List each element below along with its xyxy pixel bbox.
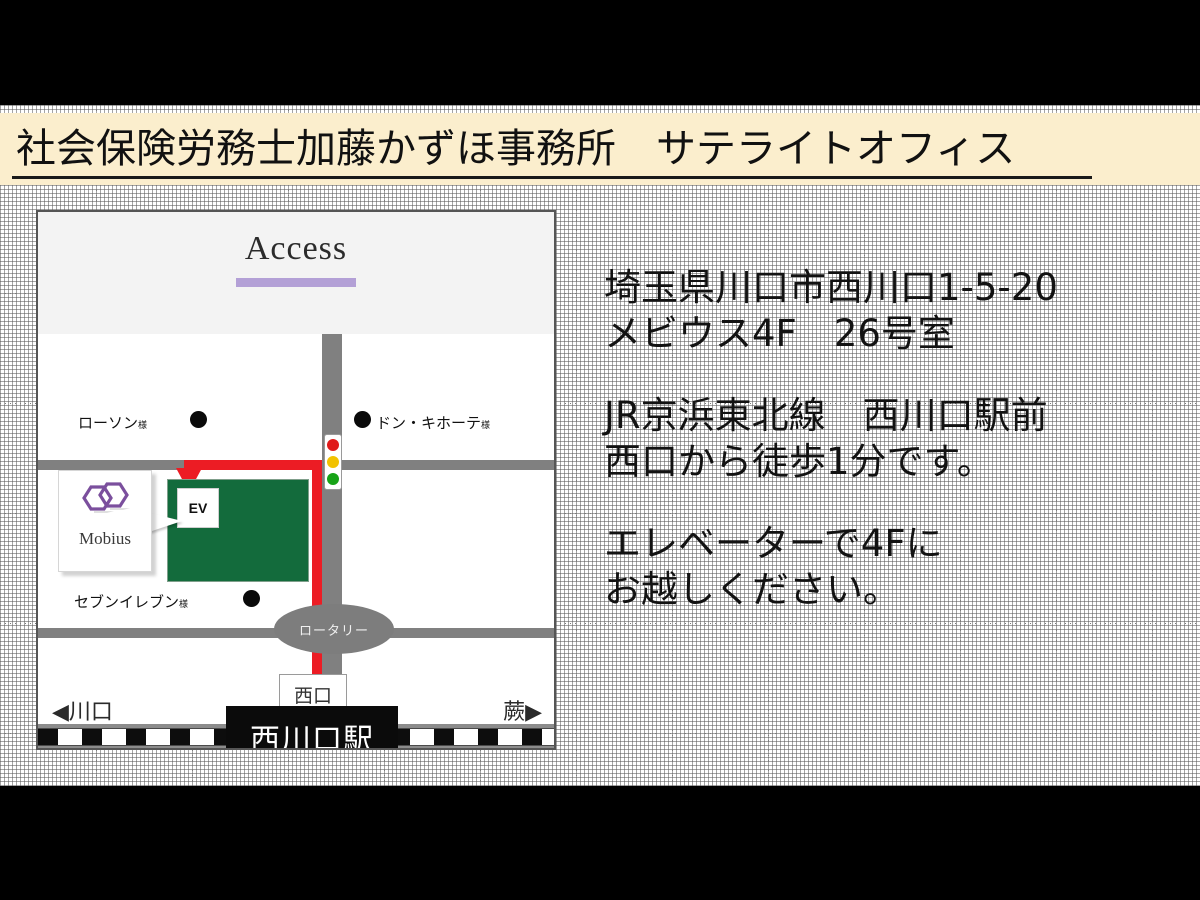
mobius-label: Mobius xyxy=(79,529,131,548)
letterbox-top xyxy=(0,0,1200,105)
rotary-label: ロータリー xyxy=(298,623,369,639)
station-label: 西川口駅 xyxy=(250,723,374,750)
access-block: JR京浜東北線 西川口駅前 西口から徒歩1分です。 xyxy=(604,393,1184,485)
page-title: 社会保険労務士加藤かずほ事務所 サテライトオフィス xyxy=(16,126,1016,172)
letterbox-bottom xyxy=(0,786,1200,900)
traffic-light-red xyxy=(327,439,339,452)
elevator-line-1: エレベーターで4Fに xyxy=(604,522,943,565)
address-line-2: メビウス4F 26号室 xyxy=(604,312,955,355)
traffic-light-icon xyxy=(324,434,342,490)
shop-marker-seveneleven xyxy=(243,590,260,607)
west-exit-label: 西口 xyxy=(293,684,332,707)
address-block: 埼玉県川口市西川口1-5-20 メビウス4F 26号室 xyxy=(604,265,1184,357)
access-line-1: JR京浜東北線 西川口駅前 xyxy=(604,394,1048,437)
access-heading: Access xyxy=(244,230,348,267)
traffic-light-yellow xyxy=(327,455,339,468)
direction-left-kawaguchi: ◀川口 xyxy=(52,700,113,725)
mobius-logo-icon xyxy=(82,482,130,513)
mobius-callout: Mobius xyxy=(58,470,152,572)
address-line-1: 埼玉県川口市西川口1-5-20 xyxy=(604,266,1058,309)
slide-stage: 社会保険労務士加藤かずほ事務所 サテライトオフィス Access ローソン様 ド… xyxy=(0,0,1200,900)
title-banner: 社会保険労務士加藤かずほ事務所 サテライトオフィス xyxy=(0,113,1200,185)
title-underline xyxy=(12,176,1092,179)
direction-right-warabi: 蕨▶ xyxy=(503,700,542,725)
traffic-light-green xyxy=(327,472,339,485)
station-name-plate: 西川口駅 xyxy=(226,706,398,750)
info-panel: 埼玉県川口市西川口1-5-20 メビウス4F 26号室 JR京浜東北線 西川口駅… xyxy=(604,265,1184,649)
slide-canvas: 社会保険労務士加藤かずほ事務所 サテライトオフィス Access ローソン様 ド… xyxy=(0,105,1200,786)
access-heading-rule xyxy=(236,278,356,287)
shop-label-donki: ドン・キホーテ様 xyxy=(376,414,491,432)
elevator-line-2: お越しください。 xyxy=(604,568,900,611)
route-line-horizontal xyxy=(184,460,322,470)
access-map: Access ローソン様 ドン・キホーテ様 EV Mobius セブンイレブン様… xyxy=(36,210,556,750)
shop-marker-donki xyxy=(354,411,371,428)
shop-label-seveneleven: セブンイレブン様 xyxy=(74,593,189,611)
elevator-block: エレベーターで4Fに お越しください。 xyxy=(604,521,1184,613)
elevator-badge: EV xyxy=(177,488,219,528)
shop-label-lawson: ローソン様 xyxy=(78,414,148,432)
access-line-2: 西口から徒歩1分です。 xyxy=(604,440,994,483)
shop-marker-lawson xyxy=(190,411,207,428)
rotary-area: ロータリー xyxy=(274,604,394,654)
